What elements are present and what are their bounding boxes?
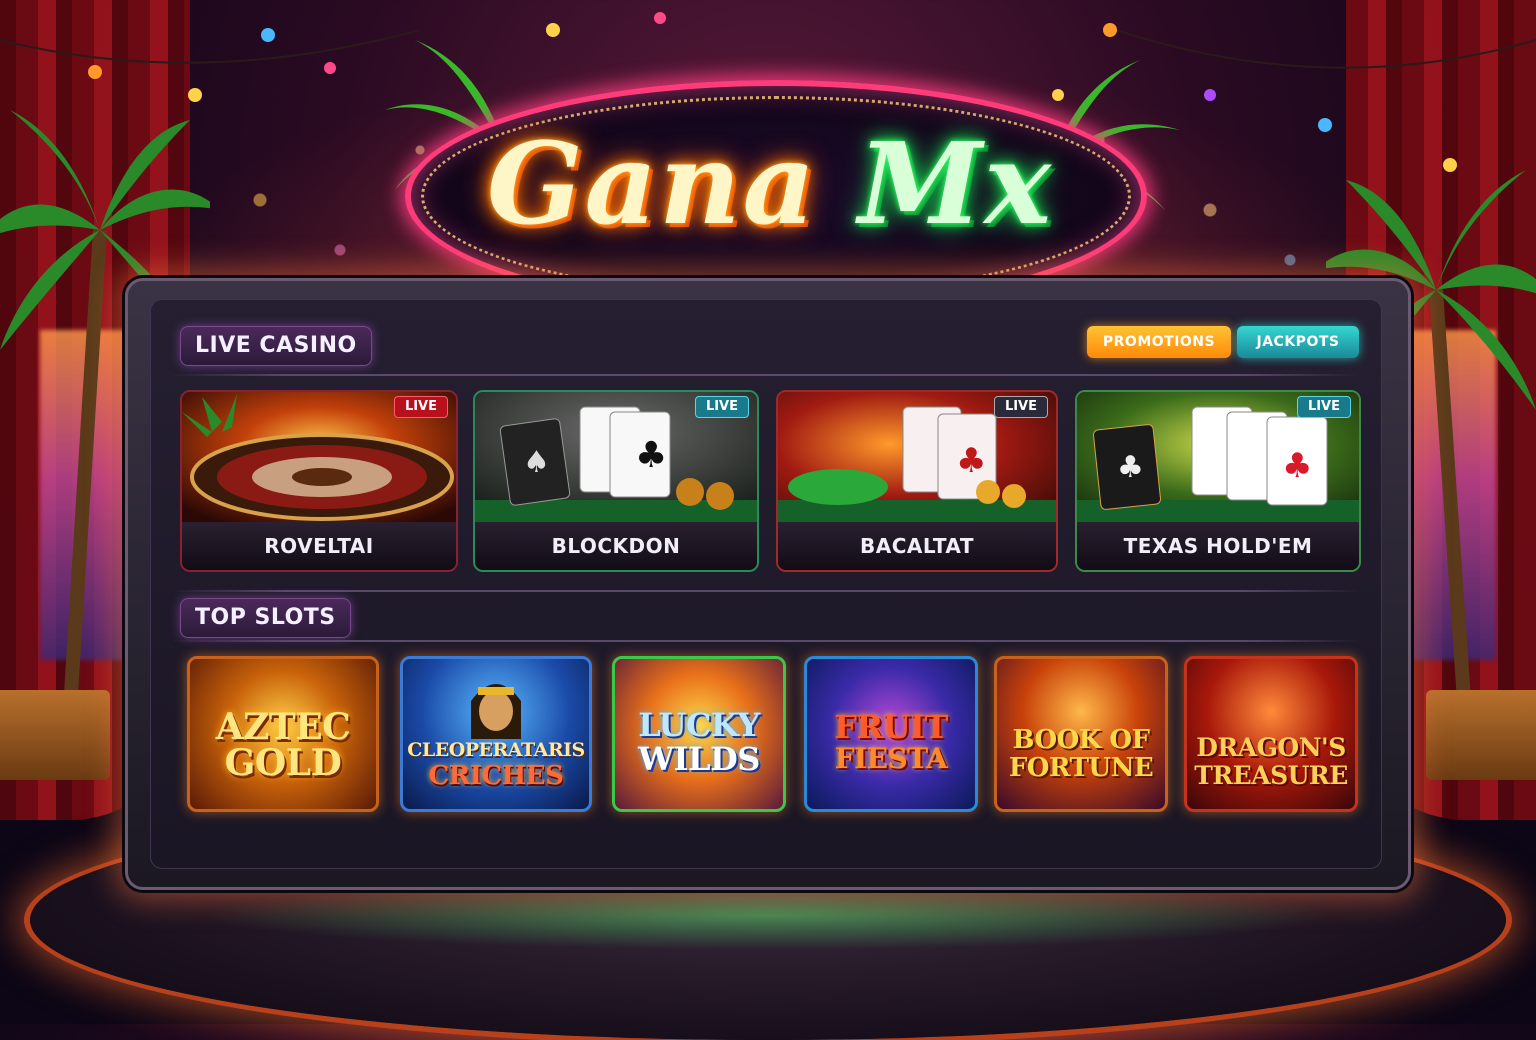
live-game-card-texas-holdem[interactable]: ♣ ♣ LIVE TEXAS HOLD'EM [1075,390,1361,572]
live-game-title: BLOCKDON [475,522,757,570]
slot-title-line2: FIESTA [834,742,948,775]
brand-logo[interactable]: Gana Mx [385,40,1180,312]
live-game-title: BACALTAT [778,522,1056,570]
slot-title-line1: AZTEC [215,706,351,748]
slot-title-line1: LUCKY [638,706,760,744]
stage-glow [200,880,1336,950]
live-badge: LIVE [993,396,1048,418]
logo-text-mx: Mx [858,119,1053,250]
slot-card-cleopatra-riches[interactable]: CLEOPERATARIS CRICHES [400,656,592,812]
slot-title-line2: GOLD [224,742,342,784]
slot-title-line2: WILDS [638,740,760,778]
logo-text-gana: Gana [487,119,818,250]
svg-text:♣: ♣ [1117,450,1144,485]
slot-title-line1: DRAGON'S [1196,733,1346,762]
slot-card-dragons-treasure[interactable]: DRAGON'S TREASURE [1184,656,1358,812]
logo-text: Gana Mx [405,120,1135,250]
live-badge: LIVE [1296,396,1351,418]
section-title-top-slots: TOP SLOTS [180,598,351,638]
live-game-title: TEXAS HOLD'EM [1077,522,1359,570]
section-divider [170,590,1360,592]
live-badge: LIVE [393,396,448,418]
live-game-title: ROVELTAI [182,522,456,570]
slot-title-line1: CLEOPERATARIS [407,739,585,761]
slot-title-line2: TREASURE [1194,761,1348,790]
pharaoh-face-icon [471,684,521,739]
svg-text:♠: ♠ [523,445,550,480]
svg-text:♣: ♣ [1282,446,1312,486]
svg-text:♣: ♣ [635,435,667,476]
slot-title-line2: FORTUNE [1008,753,1154,783]
planter-right [1426,690,1536,780]
slot-card-fruit-fiesta[interactable]: FRUIT FIESTA [804,656,978,812]
live-game-card-blackjack[interactable]: ♣ ♠ LIVE BLOCKDON [473,390,759,572]
slot-title-line2: CRICHES [428,761,564,791]
jackpots-button[interactable]: JACKPOTS [1237,326,1359,358]
planter-left [0,690,110,780]
live-game-card-roulette[interactable]: LIVE ROVELTAI [180,390,458,572]
promotions-button[interactable]: PROMOTIONS [1087,326,1231,358]
section-divider [170,374,1360,376]
live-game-card-baccarat[interactable]: ♣ LIVE BACALTAT [776,390,1058,572]
section-divider [170,640,1360,642]
slot-title-line1: FRUIT [834,708,948,746]
slot-title-line1: BOOK OF [1012,725,1150,755]
slot-card-book-of-fortune[interactable]: BOOK OF FORTUNE [994,656,1168,812]
live-badge: LIVE [694,396,749,418]
slot-card-aztec-gold[interactable]: AZTEC GOLD [187,656,379,812]
slot-card-lucky-wilds[interactable]: LUCKY WILDS [612,656,786,812]
svg-text:♣: ♣ [956,441,986,481]
header-nav: PROMOTIONS JACKPOTS [40,326,1360,376]
